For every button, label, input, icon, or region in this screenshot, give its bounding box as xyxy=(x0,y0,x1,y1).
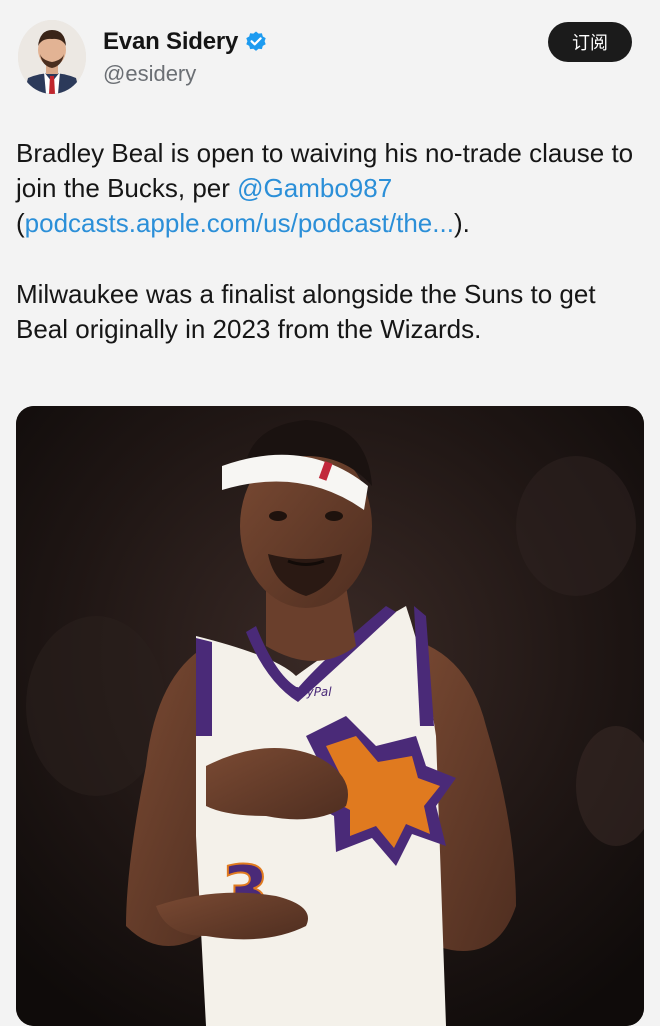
tweet-photo[interactable]: 3 PayPal xyxy=(16,406,644,1026)
tweet-header: Evan Sidery @esidery 订阅 xyxy=(0,0,660,110)
tweet-paragraph-1: Bradley Beal is open to waiving his no-t… xyxy=(16,136,636,241)
paren-close: ). xyxy=(453,208,470,238)
tweet-paragraph-2: Milwaukee was a finalist alongside the S… xyxy=(16,279,596,344)
tweet-body: Bradley Beal is open to waiving his no-t… xyxy=(16,136,636,347)
author-handle[interactable]: @esidery xyxy=(103,61,196,87)
player-photo-illustration: 3 PayPal xyxy=(16,406,644,1026)
paren-open: ( xyxy=(16,208,25,238)
verified-badge-icon xyxy=(246,31,266,51)
jersey-sponsor: PayPal xyxy=(292,685,332,699)
author-name-row: Evan Sidery xyxy=(103,28,268,56)
podcast-url-link[interactable]: podcasts.apple.com/us/podcast/the... xyxy=(25,208,454,238)
mention-link[interactable]: @Gambo987 xyxy=(237,173,392,203)
author-display-name[interactable]: Evan Sidery xyxy=(103,28,238,56)
author-avatar[interactable] xyxy=(18,20,86,94)
subscribe-button[interactable]: 订阅 xyxy=(548,22,632,62)
